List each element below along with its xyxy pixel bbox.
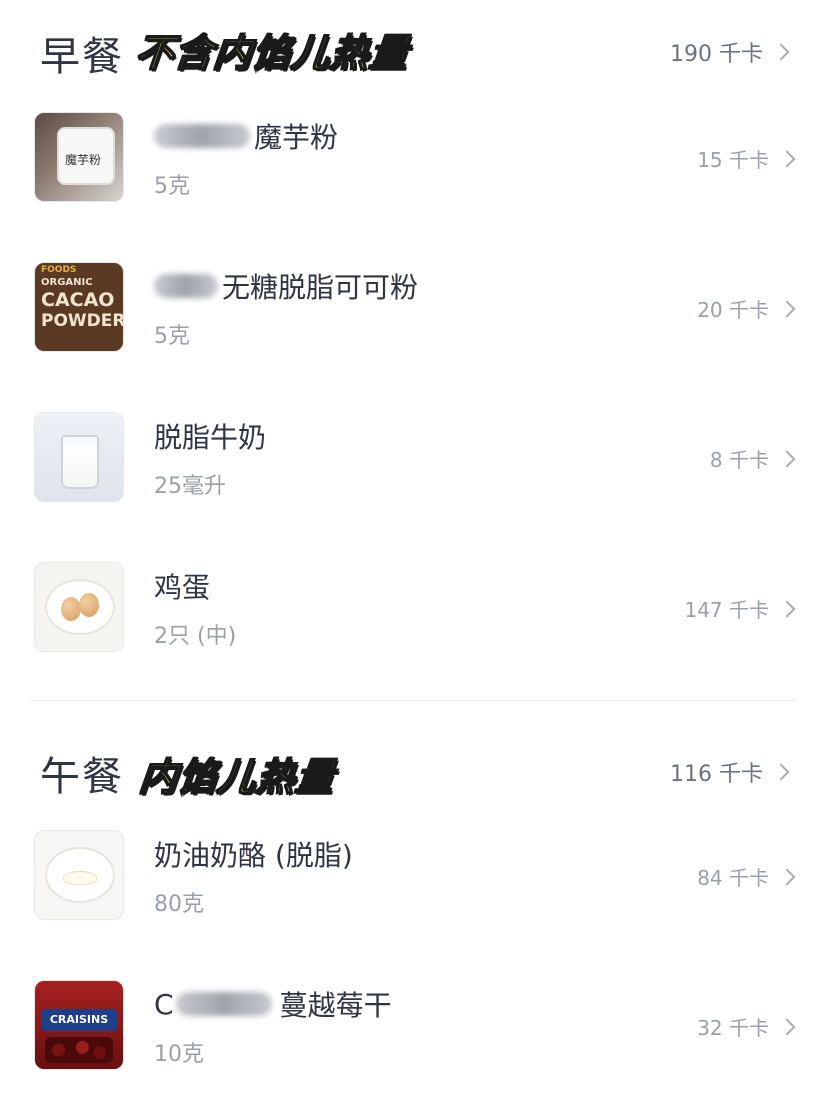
egg-image — [79, 593, 99, 617]
food-quantity: 25毫升 — [154, 474, 226, 499]
food-row-cranberry[interactable]: CRAISINS C 蔓越莓干 10克 32 千卡 — [0, 980, 827, 1100]
food-quantity: 2只 (中) — [154, 624, 237, 649]
food-calories: 20 千卡 — [697, 294, 796, 323]
cacao-brand: FOODS — [41, 265, 77, 275]
cheese-image — [63, 871, 97, 885]
breakfast-total[interactable]: 190 千卡 — [670, 36, 790, 68]
food-calories-value: 15 千卡 — [697, 148, 769, 172]
breakfast-total-value: 190 千卡 — [670, 42, 763, 67]
food-calories: 84 千卡 — [697, 862, 796, 891]
food-name: 魔芋粉 — [154, 116, 338, 156]
food-calories-value: 147 千卡 — [684, 598, 769, 622]
food-name: 鸡蛋 — [154, 571, 211, 604]
food-name: C 蔓越莓干 — [154, 984, 392, 1024]
food-quantity: 10克 — [154, 1042, 204, 1067]
chevron-right-icon — [778, 1018, 796, 1035]
section-divider — [30, 700, 796, 701]
craisins-label: CRAISINS — [41, 1009, 117, 1031]
breakfast-header[interactable]: 早餐 不含内馅儿热量 190 千卡 — [0, 0, 827, 95]
food-thumbnail: CRAISINS — [34, 980, 124, 1070]
food-quantity: 5克 — [154, 324, 190, 349]
food-calories-value: 32 千卡 — [697, 1016, 769, 1040]
chevron-right-icon — [778, 600, 796, 617]
food-row-cream-cheese[interactable]: 奶油奶酪 (脱脂) 80克 84 千卡 — [0, 830, 827, 950]
food-thumbnail: FOODS ORGANIC CACAO POWDER — [34, 262, 124, 352]
chevron-right-icon — [772, 763, 790, 781]
food-row-egg[interactable]: 鸡蛋 2只 (中) 147 千卡 — [0, 562, 827, 682]
food-name-prefix: C — [154, 987, 174, 1021]
breakfast-section: 早餐 不含内馅儿热量 190 千卡 魔芋粉 魔芋粉 5克 15 千卡 FOODS… — [0, 0, 827, 652]
milk-glass-image — [61, 435, 99, 489]
food-name-text: 蔓越莓干 — [279, 989, 392, 1022]
food-row-konjac[interactable]: 魔芋粉 魔芋粉 5克 15 千卡 — [0, 112, 827, 232]
berries-image — [45, 1037, 113, 1063]
lunch-sticker: 内馅儿热量 — [137, 754, 338, 800]
chevron-right-icon — [772, 43, 790, 61]
food-calories-value: 84 千卡 — [697, 866, 769, 890]
food-thumbnail — [34, 562, 124, 652]
jar-label: 魔芋粉 — [65, 153, 102, 167]
breakfast-sticker: 不含内馅儿热量 — [133, 30, 412, 76]
food-calories: 147 千卡 — [684, 594, 796, 623]
lunch-total[interactable]: 116 千卡 — [670, 756, 790, 788]
blurred-brand — [154, 124, 250, 148]
food-calories: 32 千卡 — [697, 1012, 796, 1041]
food-thumbnail — [34, 412, 124, 502]
food-row-milk[interactable]: 脱脂牛奶 25毫升 8 千卡 — [0, 412, 827, 532]
cacao-line-3: POWDER — [41, 311, 124, 331]
food-name-text: 魔芋粉 — [254, 121, 339, 154]
food-name: 脱脂牛奶 — [154, 421, 267, 454]
food-calories: 8 千卡 — [709, 444, 796, 473]
meal-log-page: 早餐 不含内馅儿热量 190 千卡 魔芋粉 魔芋粉 5克 15 千卡 FOODS… — [0, 0, 827, 1102]
lunch-total-value: 116 千卡 — [670, 762, 763, 787]
cacao-line-2: CACAO — [41, 289, 115, 311]
food-thumbnail: 魔芋粉 — [34, 112, 124, 202]
food-quantity: 80克 — [154, 892, 204, 917]
egg-image — [61, 597, 81, 621]
chevron-right-icon — [778, 450, 796, 467]
food-quantity: 5克 — [154, 174, 190, 199]
food-name: 无糖脱脂可可粉 — [154, 266, 418, 306]
blurred-brand — [175, 992, 272, 1016]
lunch-header[interactable]: 午餐 内馅儿热量 116 千卡 — [0, 720, 827, 815]
food-name-text: 无糖脱脂可可粉 — [222, 271, 419, 304]
lunch-section: 午餐 内馅儿热量 116 千卡 奶油奶酪 (脱脂) 80克 84 千卡 CRAI… — [0, 720, 827, 1070]
breakfast-title: 早餐 — [40, 34, 124, 80]
lunch-title: 午餐 — [40, 754, 124, 800]
chevron-right-icon — [778, 868, 796, 885]
food-calories-value: 8 千卡 — [709, 448, 769, 472]
blurred-brand — [154, 274, 218, 298]
cacao-line-1: ORGANIC — [41, 277, 93, 288]
food-calories: 15 千卡 — [697, 144, 796, 173]
food-name: 奶油奶酪 (脱脂) — [154, 839, 353, 872]
chevron-right-icon — [778, 300, 796, 317]
food-row-cacao[interactable]: FOODS ORGANIC CACAO POWDER 无糖脱脂可可粉 5克 20… — [0, 262, 827, 382]
food-thumbnail — [34, 830, 124, 920]
chevron-right-icon — [778, 150, 796, 167]
food-calories-value: 20 千卡 — [697, 298, 769, 322]
